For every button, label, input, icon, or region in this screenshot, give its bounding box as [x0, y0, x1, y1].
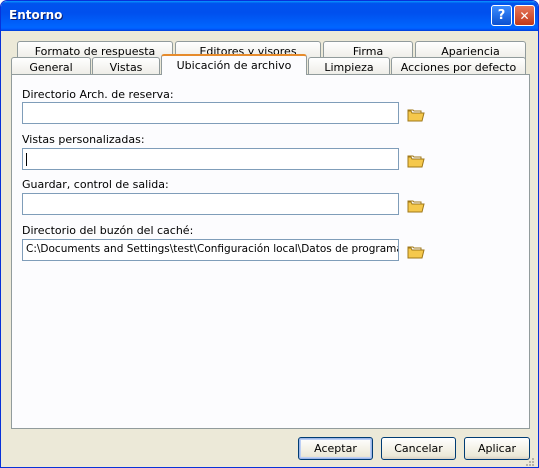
help-icon: ?: [497, 8, 506, 23]
browse-save-checkout-button[interactable]: [407, 199, 425, 213]
save-checkout-input[interactable]: [22, 193, 399, 215]
apply-label: Aplicar: [478, 442, 516, 455]
tab-label: Formato de respuesta: [34, 44, 156, 58]
close-button[interactable]: ✕: [514, 5, 535, 26]
ok-button[interactable]: Aceptar: [298, 437, 373, 460]
custom-views-input[interactable]: [22, 148, 399, 170]
browse-custom-views-button[interactable]: [407, 154, 425, 168]
ok-label: Aceptar: [314, 442, 357, 455]
tab-panel: Directorio Arch. de reserva: Vistas pers…: [11, 74, 530, 429]
folder-icon: [407, 155, 425, 168]
tab-ubicacion-de-archivo[interactable]: Ubicación de archivo: [161, 54, 307, 75]
cache-mailbox-input[interactable]: C:\Documents and Settings\test\Configura…: [22, 239, 399, 261]
backup-dir-label: Directorio Arch. de reserva:: [22, 88, 174, 101]
tab-label: Acciones por defecto: [400, 60, 517, 74]
tab-label: General: [29, 60, 73, 74]
cancel-label: Cancelar: [394, 442, 443, 455]
tab-label: Ubicación de archivo: [176, 59, 292, 72]
apply-button[interactable]: Aplicar: [464, 437, 530, 460]
folder-icon: [407, 200, 425, 213]
help-button[interactable]: ?: [491, 5, 512, 26]
tab-label: Limpieza: [324, 60, 374, 74]
folder-icon: [407, 246, 425, 259]
save-checkout-label: Guardar, control de salida:: [22, 178, 169, 191]
cache-mailbox-label: Directorio del buzón del caché:: [22, 224, 194, 237]
cancel-button[interactable]: Cancelar: [381, 437, 456, 460]
backup-dir-input[interactable]: [22, 102, 399, 124]
dialog-window: Entorno ? ✕ Formato de respuesta Editore…: [0, 0, 539, 468]
browse-backup-dir-button[interactable]: [407, 108, 425, 122]
tab-label: Firma: [352, 44, 384, 58]
resize-grip-icon[interactable]: [523, 455, 535, 467]
title-bar[interactable]: Entorno ? ✕: [1, 1, 538, 31]
window-title: Entorno: [9, 8, 63, 22]
custom-views-label: Vistas personalizadas:: [22, 133, 145, 146]
text-caret: [26, 152, 27, 166]
folder-icon: [407, 109, 425, 122]
tab-label: Apariencia: [441, 44, 500, 58]
tab-label: Vistas: [109, 60, 143, 74]
browse-cache-mailbox-button[interactable]: [407, 245, 425, 259]
close-icon: ✕: [519, 8, 530, 23]
